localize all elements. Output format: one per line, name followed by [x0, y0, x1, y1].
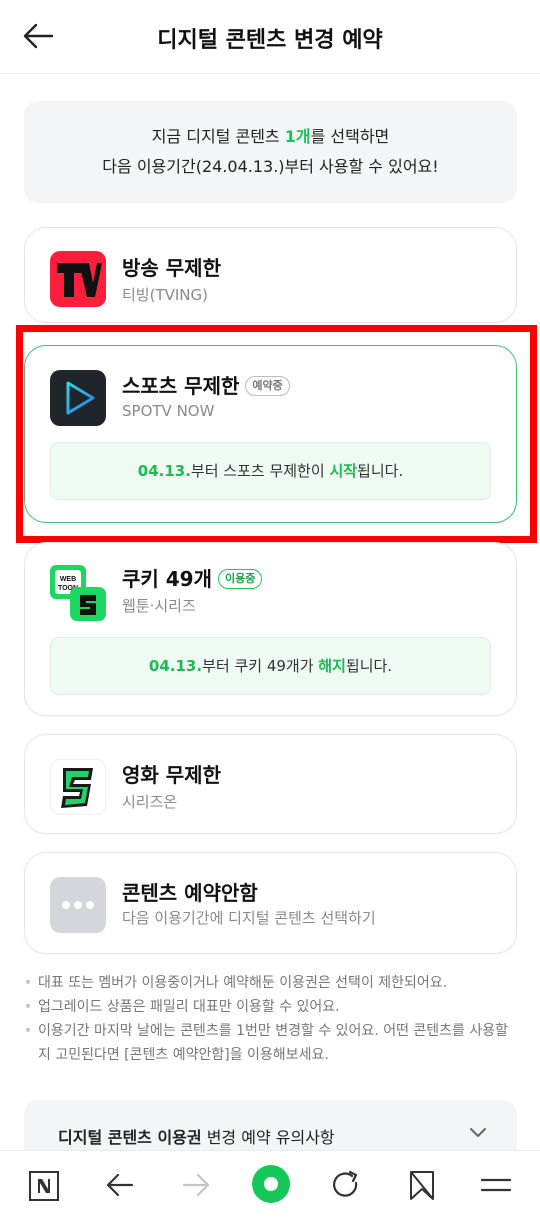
info-text: 를 선택하면 [310, 127, 390, 146]
info-line-2: 다음 이용기간(24.04.13.)부터 사용할 수 있어요! [102, 157, 439, 176]
info-text: 지금 디지털 콘텐츠 [151, 127, 285, 146]
browser-forward-button[interactable] [176, 1165, 216, 1205]
more-dots-icon [50, 877, 106, 933]
note-item: 업그레이드 상품은 패밀리 대표만 이용할 수 있어요. [24, 995, 514, 1019]
green-dot-button[interactable] [250, 1163, 292, 1205]
card-subtitle: 시리즈온 [122, 793, 178, 811]
card-title: 방송 무제한 [122, 256, 221, 280]
page-title: 디지털 콘텐츠 변경 예약 [157, 28, 383, 53]
caution-title-rest: 변경 예약 유의사항 [201, 1128, 335, 1147]
card-title-row: 쿠키 49개 이용중 [122, 563, 263, 592]
content-option-movies[interactable]: 영화 무제한 시리즈온 [24, 734, 517, 834]
card-title: 콘텐츠 예약안함 [122, 881, 258, 905]
notes-list: 대표 또는 멤버가 이용중이거나 예약해둔 이용권은 선택이 제한되어요. 업그… [24, 971, 514, 1067]
arrow-left-icon [106, 1173, 134, 1197]
content-option-none[interactable]: 콘텐츠 예약안함 다음 이용기간에 디지털 콘텐츠 선택하기 [24, 852, 517, 954]
card-subtitle: 다음 이용기간에 디지털 콘텐츠 선택하기 [122, 909, 376, 927]
naver-home-button[interactable] [24, 1165, 64, 1205]
notice-text: 됩니다. [345, 657, 393, 675]
content-option-cookies[interactable]: WEB TOON 쿠키 49개 이용중 웹툰·시리즈 04.13.부터 쿠키 49… [24, 542, 517, 716]
page: 디지털 콘텐츠 변경 예약 지금 디지털 콘텐츠 1개를 선택하면 다음 이용기… [0, 0, 540, 1219]
hamburger-menu-icon [480, 1178, 512, 1192]
bookmark-icon [410, 1171, 434, 1200]
chevron-down-icon [470, 1128, 486, 1137]
card-subtitle: 웹툰·시리즈 [122, 597, 196, 615]
info-box: 지금 디지털 콘텐츠 1개를 선택하면 다음 이용기간(24.04.13.)부터… [24, 101, 517, 203]
change-notice: 04.13.부터 쿠키 49개가 해지됩니다. [50, 637, 491, 695]
serieson-logo [50, 759, 106, 815]
naver-n-icon [29, 1171, 59, 1201]
browser-toolbar [0, 1150, 540, 1219]
browser-back-button[interactable] [100, 1165, 140, 1205]
arrow-right-icon [182, 1173, 210, 1197]
tving-logo [50, 251, 106, 307]
in-use-badge: 이용중 [218, 568, 263, 589]
note-item: 이용기간 마지막 날에는 콘텐츠를 1번만 변경할 수 있어요. 어떤 콘텐츠를… [24, 1019, 514, 1067]
bookmark-button[interactable] [402, 1165, 442, 1205]
notice-text: 부터 쿠키 49개가 [202, 657, 319, 675]
info-count: 1개 [284, 127, 311, 146]
notice-action: 해지 [318, 657, 346, 675]
card-title: 쿠키 49개 [122, 567, 212, 591]
note-item: 대표 또는 멤버가 이용중이거나 예약해둔 이용권은 선택이 제한되어요. [24, 971, 514, 995]
card-subtitle: 티빙(TVING) [122, 286, 208, 304]
highlight-frame [16, 325, 537, 543]
caution-title: 디지털 콘텐츠 이용권 변경 예약 유의사항 [58, 1124, 335, 1148]
refresh-button[interactable] [326, 1165, 366, 1205]
header: 디지털 콘텐츠 변경 예약 [0, 0, 540, 74]
menu-button[interactable] [476, 1165, 516, 1205]
caution-title-bold: 디지털 콘텐츠 이용권 [58, 1128, 202, 1147]
card-title: 영화 무제한 [122, 763, 221, 787]
refresh-icon [333, 1170, 358, 1197]
green-dot-icon [252, 1165, 290, 1203]
webtoon-logo: WEB TOON [50, 563, 106, 621]
notice-date: 04.13. [148, 657, 203, 675]
info-line-1: 지금 디지털 콘텐츠 1개를 선택하면 [24, 122, 517, 152]
webtoon-logo-text-1: WEB [60, 576, 76, 583]
content-option-broadcast[interactable]: 방송 무제한 티빙(TVING) [24, 227, 517, 323]
